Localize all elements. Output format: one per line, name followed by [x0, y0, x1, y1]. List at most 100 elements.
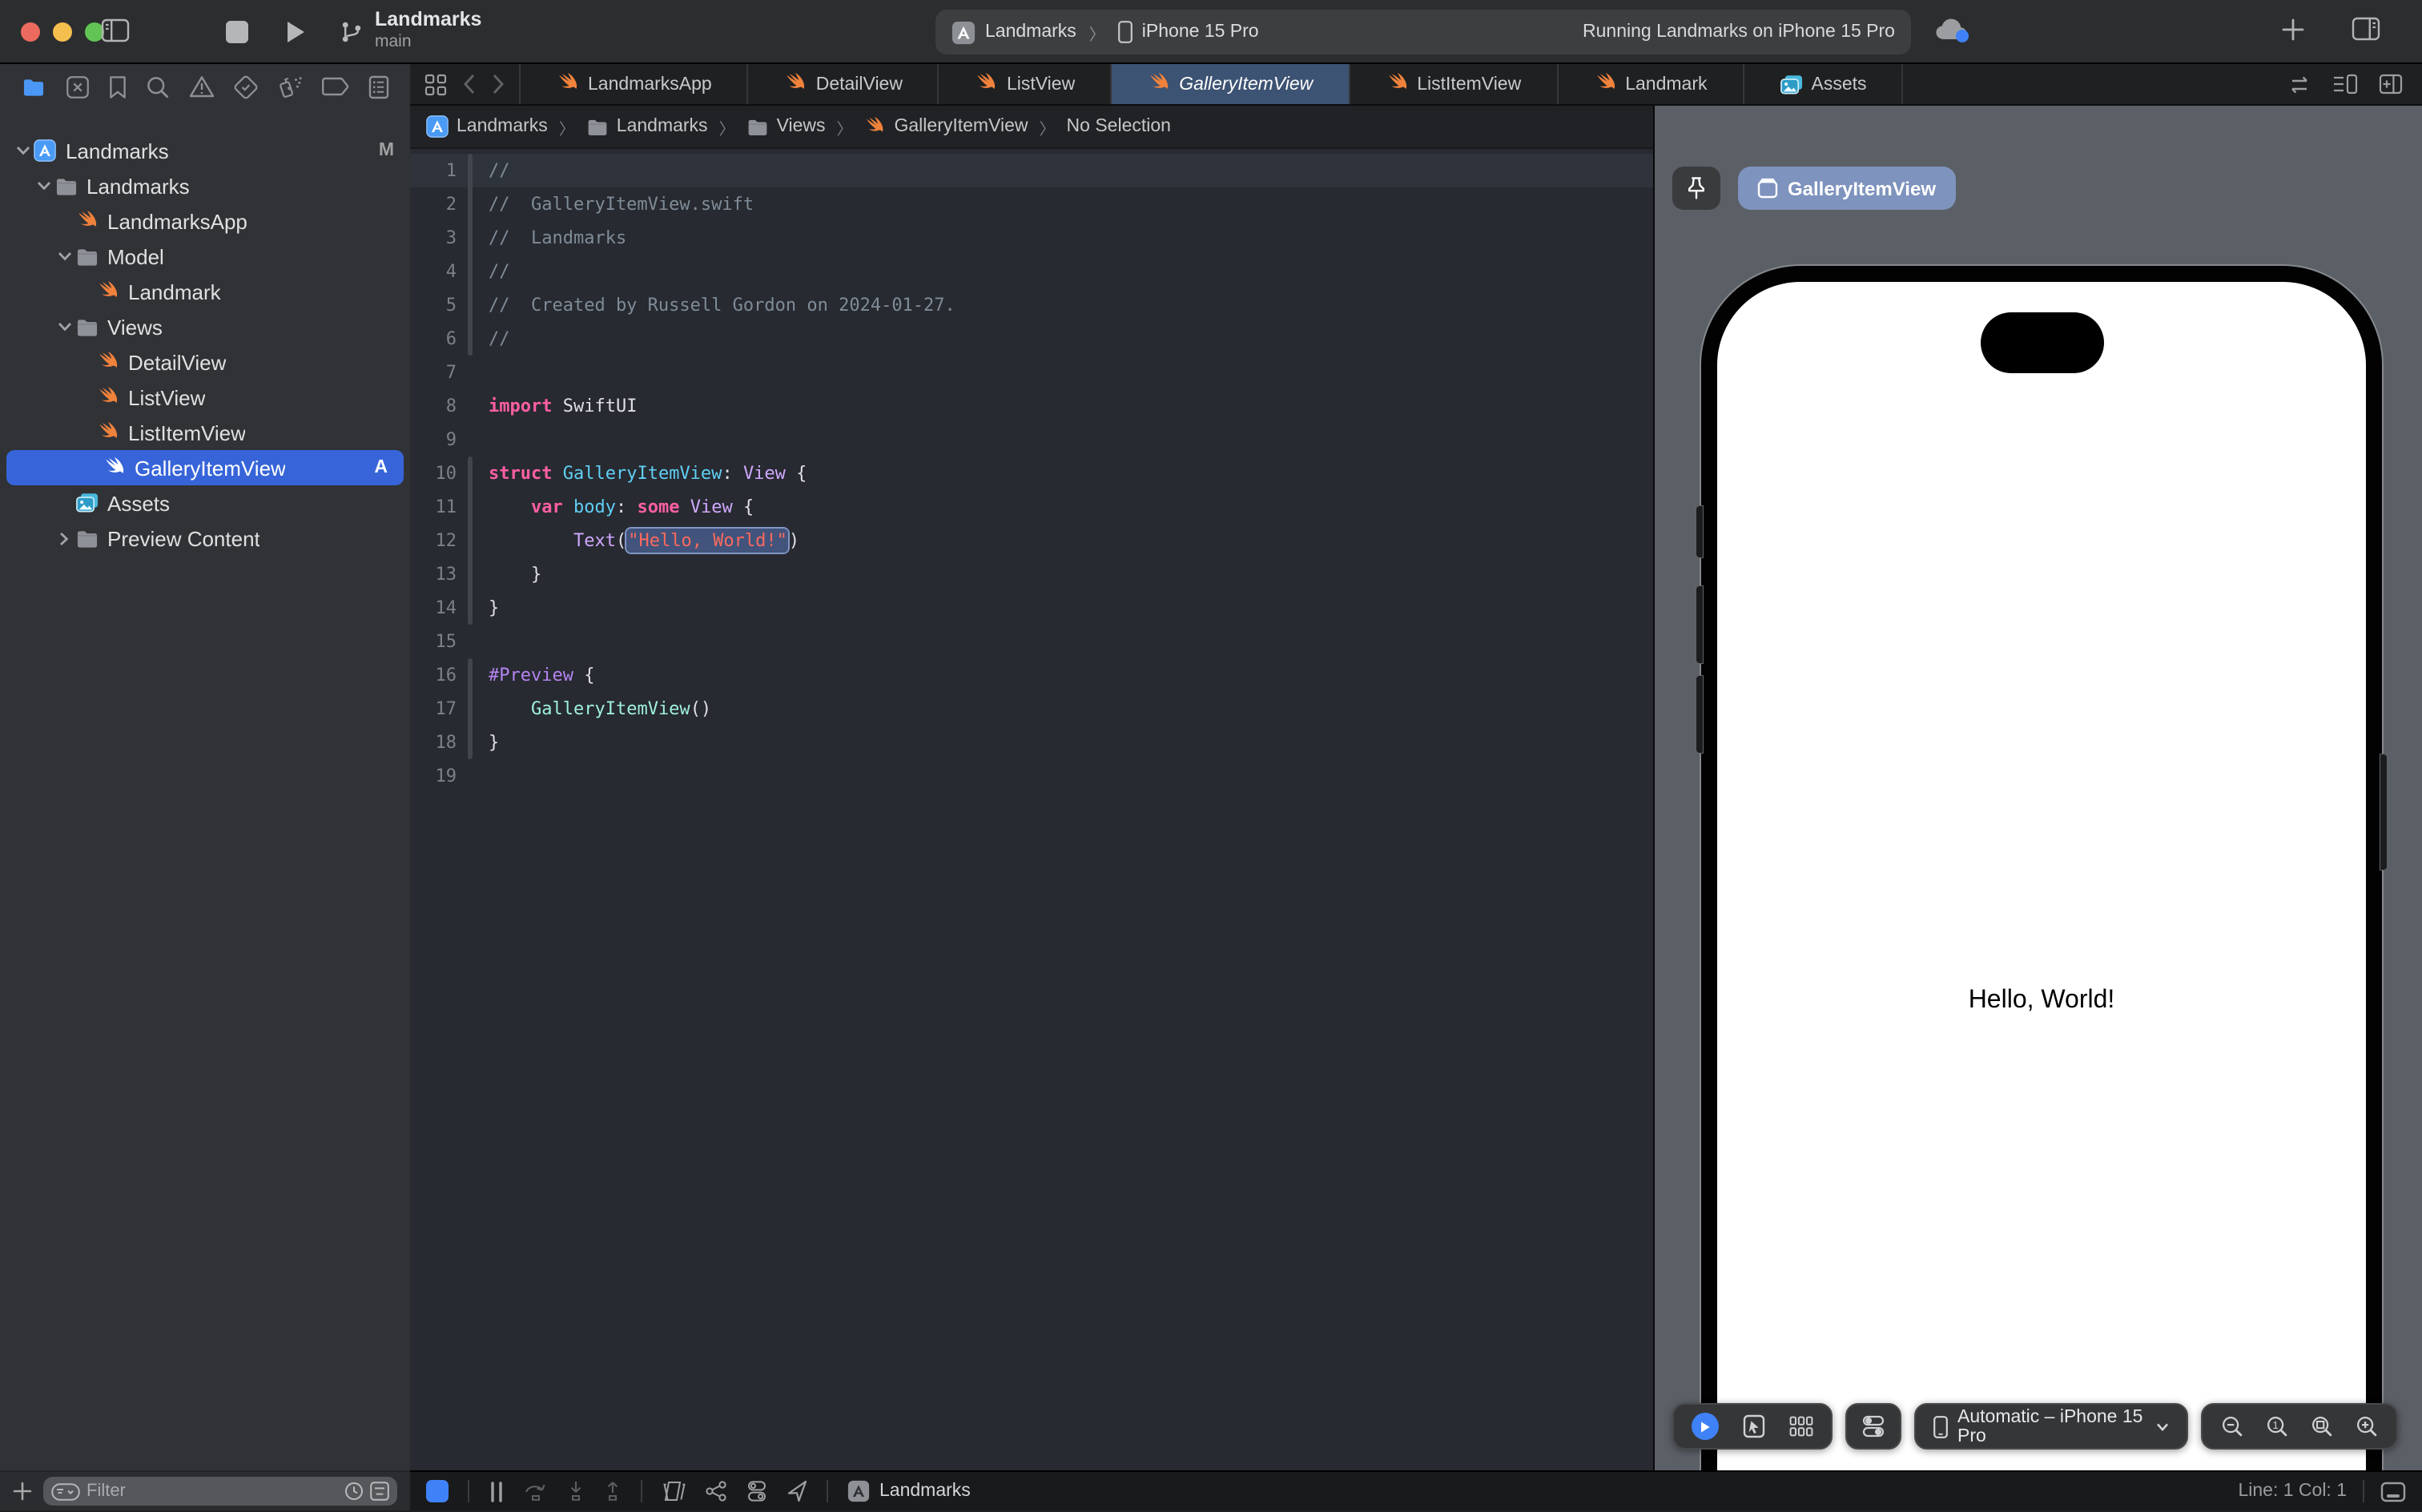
run-button[interactable] [284, 19, 308, 45]
back-button[interactable] [463, 74, 476, 94]
pause-execution-icon[interactable] [489, 1481, 505, 1502]
breakpoints-toggle[interactable] [426, 1480, 449, 1502]
selected-string-token[interactable]: "Hello, World!" [626, 529, 789, 553]
scheme-selector[interactable]: Landmarks 〉 iPhone 15 Pro Running Landma… [935, 10, 1911, 54]
file-tree-item-listview[interactable]: ListView [0, 380, 410, 415]
code-line-16[interactable]: 16 #Preview { [410, 658, 1653, 692]
device-selector[interactable]: Automatic – iPhone 15 Pro [1914, 1403, 2188, 1450]
breadcrumb-item[interactable]: Views [746, 116, 826, 137]
tab-galleryitemview[interactable]: GalleryItemView [1112, 64, 1350, 104]
bookmarks-navigator-icon[interactable] [109, 74, 127, 99]
code-line-5[interactable]: 5 // Created by Russell Gordon on 2024-01… [410, 288, 1653, 322]
tab-assets[interactable]: Assets [1744, 64, 1904, 104]
zoom-in-icon[interactable] [2355, 1414, 2379, 1438]
breadcrumb-item[interactable]: Landmarks [586, 116, 708, 137]
tests-navigator-icon[interactable] [234, 74, 258, 99]
code-line-14[interactable]: 14} [410, 591, 1653, 625]
breadcrumb-item[interactable]: No Selection [1067, 117, 1171, 136]
preview-screen[interactable]: Hello, World! [1717, 282, 2366, 1470]
toggle-debug-area-icon[interactable] [2380, 1481, 2406, 1502]
code-line-10[interactable]: 10 struct GalleryItemView: View { [410, 456, 1653, 490]
disclosure-right-icon[interactable] [54, 531, 74, 545]
environment-overrides-icon[interactable] [746, 1480, 767, 1502]
find-navigator-icon[interactable] [146, 74, 170, 99]
breadcrumb-item[interactable]: Landmarks [426, 115, 548, 138]
selectable-mode-button[interactable] [1743, 1414, 1765, 1438]
file-tree-item-preview-content[interactable]: Preview Content [0, 521, 410, 556]
source-control-navigator-icon[interactable] [66, 74, 90, 99]
zoom-out-icon[interactable] [2220, 1414, 2244, 1438]
disclosure-down-icon[interactable] [34, 181, 53, 191]
tab-landmarksapp[interactable]: LandmarksApp [519, 64, 749, 104]
file-tree-item-landmark[interactable]: Landmark [0, 274, 410, 309]
code-line-4[interactable]: 4 // [410, 255, 1653, 288]
pin-preview-button[interactable] [1672, 167, 1720, 210]
project-navigator-navigator-icon[interactable] [21, 76, 46, 97]
step-out-icon[interactable] [604, 1480, 622, 1502]
view-hierarchy-icon[interactable] [662, 1480, 686, 1502]
file-tree-item-landmarks[interactable]: Landmarks M [0, 133, 410, 168]
disclosure-down-icon[interactable] [54, 251, 74, 261]
add-tab-button[interactable] [2281, 18, 2305, 42]
code-line-11[interactable]: 11 var body: some View { [410, 490, 1653, 524]
code-line-18[interactable]: 18} [410, 726, 1653, 759]
code-line-19[interactable]: 19 [410, 759, 1653, 793]
forward-button[interactable] [492, 74, 505, 94]
code-line-6[interactable]: 6 // [410, 322, 1653, 356]
issues-navigator-icon[interactable] [189, 75, 215, 98]
file-tree-item-assets[interactable]: Assets [0, 485, 410, 521]
breakpoints-navigator-icon[interactable] [322, 77, 349, 96]
debug-navigator-icon[interactable] [277, 74, 303, 99]
file-tree-item-detailview[interactable]: DetailView [0, 344, 410, 380]
code-line-1[interactable]: 1 // [410, 154, 1653, 187]
source-control-filter-icon[interactable] [370, 1482, 389, 1501]
breadcrumb-item[interactable]: GalleryItemView [864, 115, 1028, 139]
step-into-icon[interactable] [567, 1480, 585, 1502]
toggle-navigator-icon[interactable] [101, 18, 130, 43]
file-tree-item-views[interactable]: Views [0, 309, 410, 344]
reports-navigator-icon[interactable] [368, 74, 389, 99]
code-line-2[interactable]: 2 // GalleryItemView.swift [410, 187, 1653, 221]
preview-name-button[interactable]: GalleryItemView [1738, 167, 1955, 210]
file-tree-item-landmarksapp[interactable]: LandmarksApp [0, 203, 410, 239]
code-line-7[interactable]: 7 [410, 356, 1653, 389]
file-tree-item-galleryitemview[interactable]: GalleryItemView A [6, 450, 404, 485]
cloud-status-icon[interactable] [1933, 14, 1972, 43]
device-settings-button[interactable] [1861, 1414, 1885, 1438]
running-target[interactable]: Landmarks [847, 1480, 971, 1502]
file-tree-item-landmarks[interactable]: Landmarks [0, 168, 410, 203]
recent-files-icon[interactable] [344, 1482, 364, 1501]
related-items-icon[interactable] [424, 73, 447, 95]
code-line-9[interactable]: 9 [410, 423, 1653, 456]
toggle-inspector-icon[interactable] [2352, 16, 2380, 42]
filter-field[interactable]: Filter [43, 1477, 397, 1506]
swap-editor-icon[interactable] [2287, 74, 2311, 94]
code-line-13[interactable]: 13 } [410, 557, 1653, 591]
memory-graph-icon[interactable] [705, 1480, 727, 1502]
code-line-8[interactable]: 8 import SwiftUI [410, 389, 1653, 423]
code-line-3[interactable]: 3 // Landmarks [410, 221, 1653, 255]
disclosure-down-icon[interactable] [54, 322, 74, 332]
file-tree-item-listitemview[interactable]: ListItemView [0, 415, 410, 450]
tab-detailview[interactable]: DetailView [749, 64, 939, 104]
zoom-100-icon[interactable]: 1 [2265, 1414, 2289, 1438]
disclosure-down-icon[interactable] [13, 146, 32, 155]
hello-world-text[interactable]: Hello, World! [1717, 987, 2366, 1015]
tab-landmark[interactable]: Landmark [1558, 64, 1744, 104]
stop-button[interactable] [226, 21, 248, 43]
add-editor-icon[interactable] [2379, 74, 2403, 94]
close-window-button[interactable] [21, 22, 40, 42]
zoom-fit-icon[interactable] [2310, 1414, 2334, 1438]
live-preview-button[interactable] [1692, 1413, 1719, 1440]
code-line-17[interactable]: 17 GalleryItemView() [410, 692, 1653, 726]
code-line-15[interactable]: 15 [410, 625, 1653, 658]
simulate-location-icon[interactable] [787, 1480, 807, 1502]
step-over-icon[interactable] [524, 1480, 548, 1502]
tab-listview[interactable]: ListView [939, 64, 1112, 104]
tab-listitemview[interactable]: ListItemView [1350, 64, 1559, 104]
code-line-12[interactable]: 12 Text("Hello, World!") [410, 524, 1653, 557]
editor-options-icon[interactable] [2332, 74, 2358, 94]
code-area[interactable]: 1 // 2 // GalleryItemView.swift 3 // Landmark… [410, 149, 1653, 1470]
add-file-button[interactable] [13, 1482, 32, 1501]
variants-mode-button[interactable] [1789, 1416, 1813, 1437]
